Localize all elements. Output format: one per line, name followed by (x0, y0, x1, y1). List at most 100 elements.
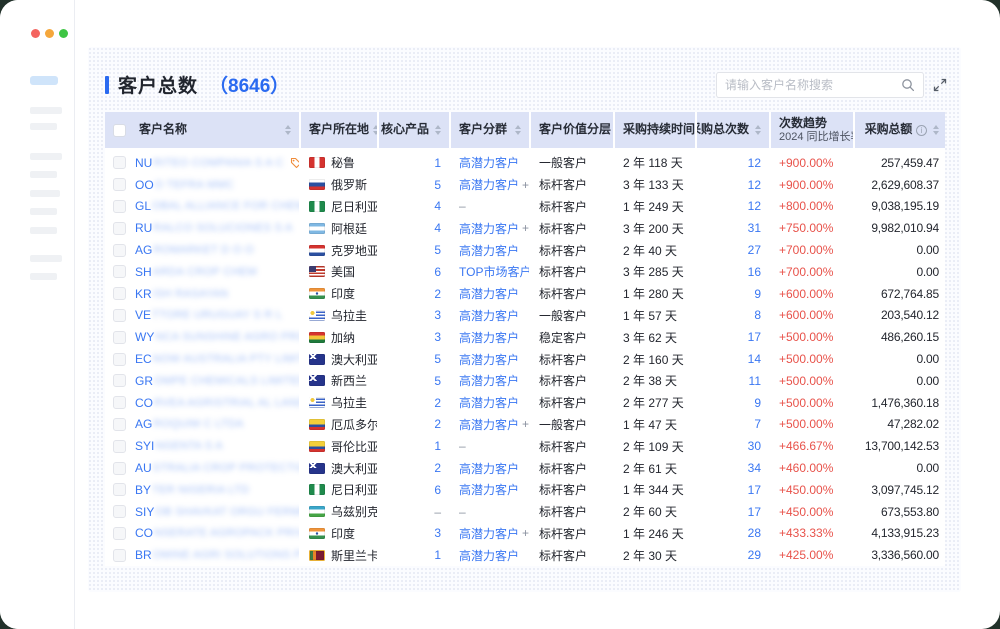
column-header[interactable]: 采购总额 i (855, 112, 945, 148)
customer-name-link[interactable]: BR (135, 548, 152, 562)
core-products-link[interactable]: 1 (434, 439, 441, 453)
customer-name-link[interactable]: WY (135, 330, 154, 344)
purchase-count-link[interactable]: 12 (748, 178, 761, 192)
sidebar-item[interactable] (30, 255, 62, 262)
table-row[interactable]: KRISH RASAYAN 印度 2 高潜力客户 标杆客户 1 年 280 天 … (105, 283, 945, 305)
customer-name-link[interactable]: VE (135, 308, 151, 322)
sidebar-item[interactable] (30, 171, 57, 178)
segment-link[interactable]: TOP市场客户 (459, 263, 529, 280)
customer-name-link[interactable]: EC (135, 352, 152, 366)
search-input[interactable] (725, 78, 901, 92)
purchase-count-link[interactable]: 16 (748, 265, 761, 279)
core-products-link[interactable]: 3 (434, 330, 441, 344)
table-row[interactable]: GLOBAL ALLIANCE FOR CHEMICA... 尼日利亚 4 – … (105, 196, 945, 218)
info-icon[interactable]: i (916, 125, 927, 136)
row-checkbox[interactable] (113, 244, 126, 257)
segment-link[interactable]: 高潜力客户 (459, 525, 519, 542)
row-checkbox[interactable] (113, 265, 126, 278)
column-header[interactable]: 客户名称 (105, 112, 299, 148)
row-checkbox[interactable] (113, 287, 126, 300)
customer-name-link[interactable]: CO (135, 396, 153, 410)
table-row[interactable]: NURITEO COMPANIA S A C 秘鲁 1 高潜力客户 一般客户 2… (105, 152, 945, 174)
segment-link[interactable]: 高潜力客户 (459, 372, 519, 389)
table-row[interactable]: CORVEA AGRISTRIAL AL LANDR... 乌拉圭 2 高潜力客… (105, 392, 945, 414)
segment-link[interactable]: 高潜力客户 (459, 307, 519, 324)
customer-name-link[interactable]: BY (135, 483, 151, 497)
sidebar-item[interactable] (30, 123, 57, 130)
purchase-count-link[interactable]: 34 (748, 461, 761, 475)
segment-link[interactable]: 高潜力客户 (459, 351, 519, 368)
core-products-link[interactable]: 4 (434, 199, 441, 213)
minimize-window-button[interactable] (45, 29, 54, 38)
table-row[interactable]: WYNCA SUNSHINE AGRO PRODU... 加纳 3 高潜力客户 … (105, 326, 945, 348)
customer-name-link[interactable]: SIY (135, 505, 154, 519)
core-products-link[interactable]: – (434, 505, 441, 519)
table-row[interactable]: ECNOW AUSTRALIA PTY LIMITED 澳大利亚 5 高潜力客户… (105, 348, 945, 370)
segment-link[interactable]: – (459, 505, 466, 519)
customer-name-link[interactable]: KR (135, 287, 152, 301)
customer-name-link[interactable]: SH (135, 265, 152, 279)
sort-icon[interactable] (933, 125, 939, 135)
customer-name-link[interactable]: RU (135, 221, 152, 235)
segment-link[interactable]: 高潜力客户 (459, 547, 519, 564)
table-row[interactable]: RURALCO SOLUCIONES S A 阿根廷 4 高潜力客户 +1 标杆… (105, 217, 945, 239)
customer-name-link[interactable]: GR (135, 374, 153, 388)
row-checkbox[interactable] (113, 353, 126, 366)
table-row[interactable]: OOO TEFRA MMC 俄罗斯 5 高潜力客户 +1 标杆客户 3 年 13… (105, 174, 945, 196)
row-checkbox[interactable] (113, 222, 126, 235)
purchase-count-link[interactable]: 12 (748, 199, 761, 213)
core-products-link[interactable]: 1 (434, 548, 441, 562)
sidebar-item[interactable] (30, 153, 62, 160)
column-header[interactable]: 客户价值分层 (531, 112, 613, 148)
purchase-count-link[interactable]: 9 (754, 287, 761, 301)
sidebar-item-active[interactable] (30, 76, 58, 85)
sort-icon[interactable] (373, 125, 377, 135)
zoom-window-button[interactable] (59, 29, 68, 38)
core-products-link[interactable]: 5 (434, 374, 441, 388)
row-checkbox[interactable] (113, 462, 126, 475)
row-checkbox[interactable] (113, 374, 126, 387)
table-row[interactable]: GROMPE CHEMICALS LIMITED 新西兰 5 高潜力客户 标杆客… (105, 370, 945, 392)
table-row[interactable]: CONSERATE AGROPACK PRIVATE... 印度 3 高潜力客户… (105, 523, 945, 545)
customer-name-link[interactable]: NU (135, 156, 152, 170)
customer-name-link[interactable]: AG (135, 243, 152, 257)
row-checkbox[interactable] (113, 331, 126, 344)
segment-link[interactable]: 高潜力客户 (459, 329, 519, 346)
close-window-button[interactable] (31, 29, 40, 38)
column-header[interactable]: 次数趋势 2024 同比增长率 (771, 112, 853, 148)
segment-link[interactable]: 高潜力客户 (459, 154, 519, 171)
row-checkbox[interactable] (113, 418, 126, 431)
sort-icon[interactable] (755, 125, 761, 135)
table-row[interactable]: VETTORE URUGUAY S R L 乌拉圭 3 高潜力客户 一般客户 1… (105, 305, 945, 327)
customer-name-link[interactable]: GL (135, 199, 151, 213)
segment-link[interactable]: – (459, 199, 466, 213)
sidebar-item[interactable] (30, 107, 62, 114)
customer-name-link[interactable]: SYI (135, 439, 154, 453)
core-products-link[interactable]: 5 (434, 352, 441, 366)
core-products-link[interactable]: 1 (434, 156, 441, 170)
segment-link[interactable]: – (459, 439, 466, 453)
sidebar-item[interactable] (30, 227, 57, 234)
customer-name-link[interactable]: CO (135, 526, 153, 540)
search-box[interactable] (716, 72, 924, 98)
core-products-link[interactable]: 2 (434, 287, 441, 301)
core-products-link[interactable]: 5 (434, 243, 441, 257)
segment-link[interactable]: 高潜力客户 (459, 394, 519, 411)
segment-link[interactable]: 高潜力客户 (459, 285, 519, 302)
table-row[interactable]: SHARDA CROP CHEM 美国 6 TOP市场客户 标杆客户 3 年 2… (105, 261, 945, 283)
row-checkbox[interactable] (113, 200, 126, 213)
table-row[interactable]: SIYOB SHAVKAT ORGU FERMERX... 乌兹别克斯坦 – –… (105, 501, 945, 523)
row-checkbox[interactable] (113, 396, 126, 409)
customer-name-link[interactable]: AU (135, 461, 152, 475)
purchase-count-link[interactable]: 27 (748, 243, 761, 257)
segment-link[interactable]: 高潜力客户 (459, 416, 519, 433)
segment-link[interactable]: 高潜力客户 (459, 242, 519, 259)
row-checkbox[interactable] (113, 527, 126, 540)
table-row[interactable]: BYTER NIGERIA LTD 尼日利亚 6 高潜力客户 标杆客户 1 年 … (105, 479, 945, 501)
search-icon[interactable] (901, 78, 915, 92)
tag-icon[interactable] (290, 157, 299, 169)
purchase-count-link[interactable]: 17 (748, 330, 761, 344)
table-row[interactable]: AGROMARKET D O O 克罗地亚 5 高潜力客户 标杆客户 2 年 4… (105, 239, 945, 261)
purchase-count-link[interactable]: 11 (749, 374, 761, 388)
column-header[interactable]: 采购持续时间 (615, 112, 695, 148)
